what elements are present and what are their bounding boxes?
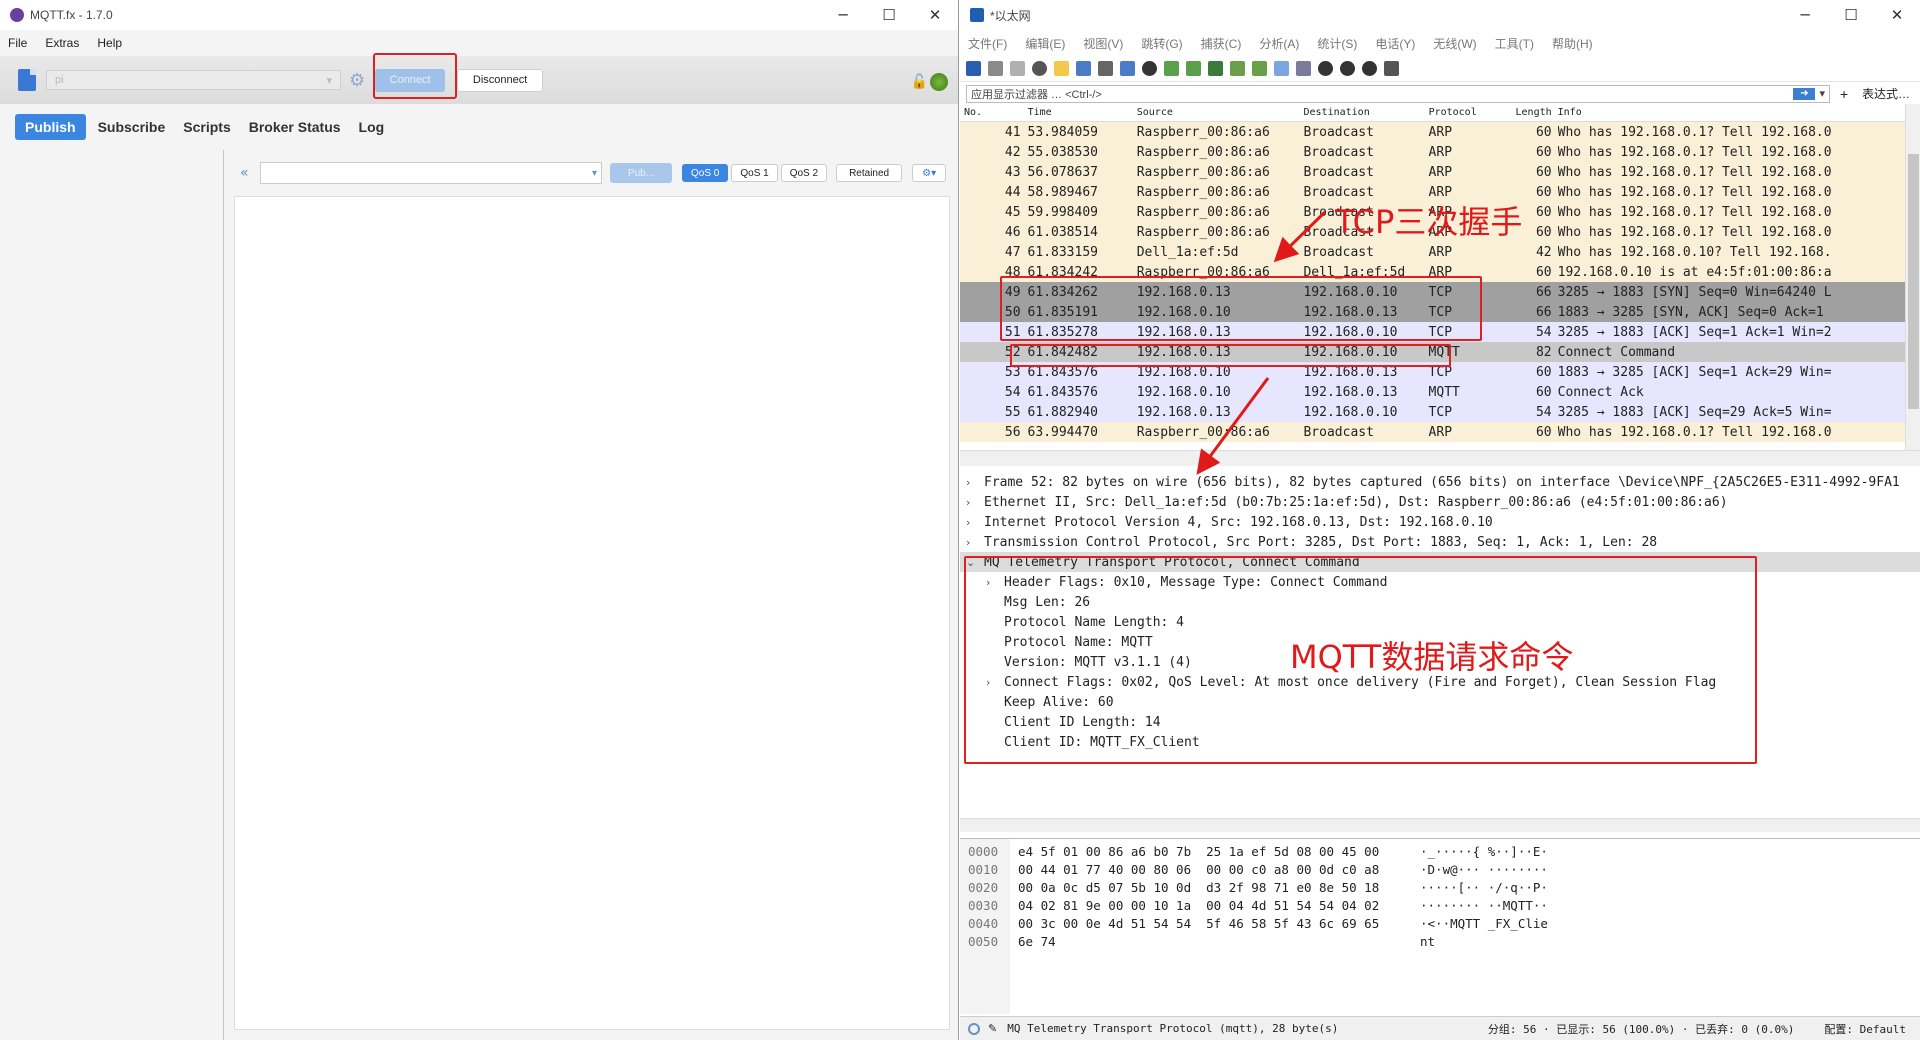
document-icon[interactable]	[18, 69, 36, 91]
desktop: MQTT.fx - 1.7.0 ─ ☐ ✕ File Extras Help p…	[0, 0, 1920, 1040]
connection-status-icon	[930, 73, 948, 91]
disconnect-button[interactable]: Disconnect	[457, 68, 544, 92]
minimize-icon[interactable]: ─	[820, 6, 866, 24]
profile-value: pi	[55, 74, 64, 86]
menubar: File Extras Help	[0, 30, 958, 56]
main-tabs: Publish Subscribe Scripts Broker Status …	[0, 104, 958, 150]
qos0-toggle[interactable]: QoS 0	[682, 164, 729, 182]
qos2-toggle[interactable]: QoS 2	[780, 164, 828, 182]
publish-panel: « ▾ Pub... QoS 0 QoS 1 QoS 2 Retained ⚙▾	[234, 150, 950, 1040]
chevron-down-icon: ▾	[326, 75, 332, 87]
unlock-icon: 🔓	[910, 74, 928, 90]
options-gear-icon[interactable]: ⚙▾	[912, 164, 947, 182]
menu-extras[interactable]: Extras	[45, 36, 79, 50]
wireshark-window: *以太网 ─ ☐ ✕ 文件(F) 编辑(E) 视图(V) 跳转(G) 捕获(C)…	[960, 0, 1920, 1040]
profile-select[interactable]: pi ▾	[46, 70, 341, 90]
app-icon	[10, 8, 24, 22]
mqttfx-window: MQTT.fx - 1.7.0 ─ ☐ ✕ File Extras Help p…	[0, 0, 959, 1040]
menu-file[interactable]: File	[8, 36, 27, 50]
topic-input[interactable]: ▾	[260, 162, 602, 184]
collapse-icon[interactable]: «	[240, 165, 260, 181]
retained-toggle[interactable]: Retained	[836, 164, 903, 182]
publish-sidebar	[0, 150, 224, 1040]
publish-button[interactable]: Pub...	[610, 163, 672, 183]
connection-toolbar: pi ▾ ⚙ Connect Disconnect 🔓	[0, 56, 958, 104]
payload-editor[interactable]	[234, 196, 950, 1030]
tab-log[interactable]: Log	[359, 119, 385, 135]
qos1-toggle[interactable]: QoS 1	[731, 164, 778, 182]
maximize-icon[interactable]: ☐	[866, 6, 912, 24]
window-title: MQTT.fx - 1.7.0	[30, 8, 113, 22]
tab-scripts[interactable]: Scripts	[183, 119, 230, 135]
request-arrow	[1196, 377, 1270, 475]
tab-subscribe[interactable]: Subscribe	[98, 119, 166, 135]
gear-icon[interactable]: ⚙	[349, 70, 365, 91]
tab-broker-status[interactable]: Broker Status	[249, 119, 341, 135]
handshake-arrow	[1273, 210, 1327, 263]
mqttfx-titlebar: MQTT.fx - 1.7.0 ─ ☐ ✕	[0, 0, 958, 30]
close-icon[interactable]: ✕	[912, 6, 958, 24]
menu-help[interactable]: Help	[97, 36, 122, 50]
annotation-arrows	[1196, 210, 1327, 475]
tab-publish[interactable]: Publish	[15, 114, 86, 140]
connect-highlight-box	[373, 53, 457, 99]
chevron-down-icon[interactable]: ▾	[592, 168, 597, 179]
publish-bar: « ▾ Pub... QoS 0 QoS 1 QoS 2 Retained ⚙▾	[234, 150, 950, 196]
